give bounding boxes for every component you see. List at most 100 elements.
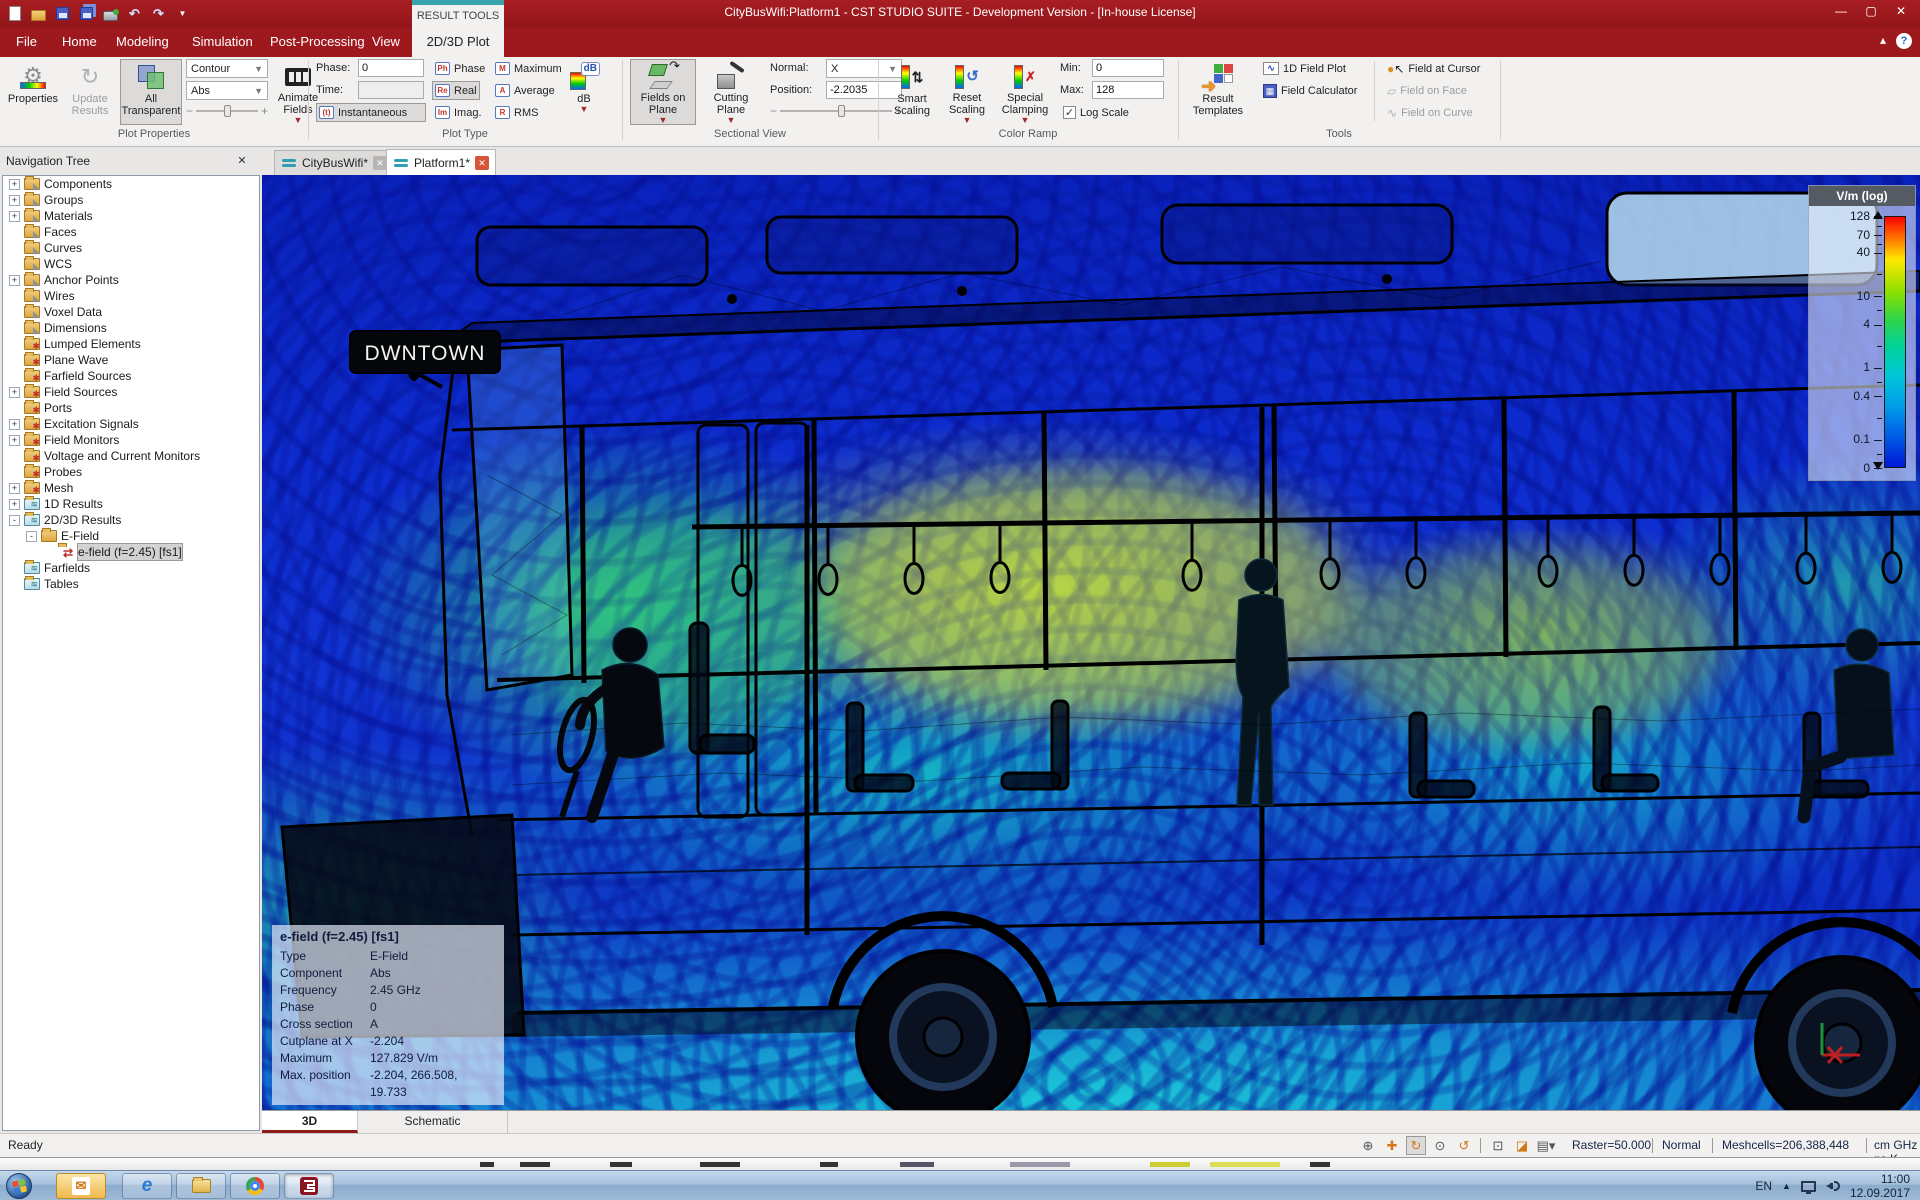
tree-item-groups[interactable]: + Groups: [3, 192, 259, 208]
field-plot-3d-view[interactable]: DWNTOWN V/m (log) 128 70 40 10 4 1 0.4 0.1 0 e-f…: [262, 175, 1920, 1110]
expand-icon[interactable]: +: [9, 482, 20, 494]
save-all-icon[interactable]: [78, 5, 95, 22]
network-icon[interactable]: [1800, 1180, 1816, 1194]
tree-item-farfields[interactable]: Farfields: [3, 560, 259, 576]
average-mode-button[interactable]: A Average: [492, 81, 558, 100]
new-file-icon[interactable]: [6, 5, 23, 22]
tree-item-field-monitors[interactable]: + Field Monitors: [3, 432, 259, 448]
rms-mode-button[interactable]: R RMS: [492, 103, 541, 122]
log-scale-checkbox[interactable]: ✓ Log Scale: [1060, 103, 1132, 122]
redo-icon[interactable]: ↷: [150, 5, 167, 22]
doc-tab-citybuswifi[interactable]: CityBusWifi* ✕: [274, 150, 395, 175]
tree-item-anchor-points[interactable]: + Anchor Points: [3, 272, 259, 288]
tab-home[interactable]: Home: [58, 27, 101, 57]
expand-icon[interactable]: +: [9, 178, 20, 190]
expand-icon[interactable]: +: [9, 210, 20, 222]
tree-item-mesh[interactable]: + Mesh: [3, 480, 259, 496]
collapse-ribbon-icon[interactable]: ▴: [1880, 33, 1886, 49]
smart-scaling-button[interactable]: ⇅ Smart Scaling: [886, 59, 938, 125]
db-button[interactable]: dB dB ▼: [562, 59, 606, 125]
tree-item-field-sources[interactable]: + Field Sources: [3, 384, 259, 400]
tree-item-plane-wave[interactable]: Plane Wave: [3, 352, 259, 368]
imag-mode-button[interactable]: Im Imag.: [432, 103, 485, 122]
tree-item-curves[interactable]: Curves: [3, 240, 259, 256]
help-icon[interactable]: ?: [1896, 33, 1912, 49]
phase-input[interactable]: [358, 59, 424, 77]
tree-item-probes[interactable]: Probes: [3, 464, 259, 480]
view-options-icon[interactable]: ▤▾: [1536, 1136, 1556, 1155]
tab-2d3d-plot[interactable]: 2D/3D Plot: [412, 27, 504, 57]
minimize-button[interactable]: —: [1826, 0, 1856, 22]
plot-type-select[interactable]: Contour ▼: [186, 59, 268, 78]
field-on-curve-button[interactable]: ∿ Field on Curve: [1384, 103, 1476, 122]
real-mode-button[interactable]: Re Real: [432, 81, 480, 100]
speaker-icon[interactable]: [1825, 1180, 1840, 1192]
tab-simulation[interactable]: Simulation: [188, 27, 257, 57]
phase-mode-button[interactable]: Ph Phase: [432, 59, 488, 78]
all-transparent-toggle[interactable]: All Transparent: [120, 59, 182, 125]
expand-icon[interactable]: +: [9, 386, 20, 398]
rotate-icon[interactable]: ↻: [1406, 1136, 1426, 1155]
reset-scaling-button[interactable]: ↺ Reset Scaling ▼: [940, 59, 994, 125]
pan-icon[interactable]: ✚: [1382, 1136, 1402, 1155]
expand-icon[interactable]: +: [9, 194, 20, 206]
tree-item-components[interactable]: + Components: [3, 176, 259, 192]
tree-item-voltage-and-current-monitors[interactable]: Voltage and Current Monitors: [3, 448, 259, 464]
status-render-mode[interactable]: Normal: [1662, 1138, 1701, 1152]
taskbar-chrome-button[interactable]: [230, 1173, 280, 1199]
max-input[interactable]: [1092, 81, 1164, 99]
maximize-button[interactable]: ▢: [1856, 0, 1886, 22]
min-input[interactable]: [1092, 59, 1164, 77]
1d-field-plot-button[interactable]: ∿ 1D Field Plot: [1260, 59, 1349, 78]
maximum-mode-button[interactable]: M Maximum: [492, 59, 565, 78]
properties-button[interactable]: ⚙ Properties: [6, 59, 60, 125]
tree-item-2d-3d-results[interactable]: - 2D/3D Results: [3, 512, 259, 528]
navigation-tree[interactable]: + Components + Groups + Materials Faces Curves W…: [2, 175, 260, 1131]
start-button[interactable]: [6, 1173, 32, 1199]
tree-item-e-field[interactable]: - E-Field: [3, 528, 259, 544]
expand-icon[interactable]: +: [9, 274, 20, 286]
doc-tab-platform1[interactable]: Platform1* ✕: [386, 149, 497, 175]
tree-item-wires[interactable]: Wires: [3, 288, 259, 304]
tray-expand-icon[interactable]: ▲: [1782, 1181, 1791, 1191]
view-tab-schematic[interactable]: Schematic: [358, 1111, 508, 1133]
instantaneous-toggle[interactable]: (t) Instantaneous: [316, 103, 426, 122]
time-input[interactable]: [358, 81, 424, 99]
field-on-face-button[interactable]: ▱ Field on Face: [1384, 81, 1470, 100]
taskbar-explorer-button[interactable]: [176, 1173, 226, 1199]
tab-file[interactable]: File: [12, 27, 41, 57]
navigation-tree-close-icon[interactable]: ✕: [234, 153, 250, 169]
special-clamping-button[interactable]: ✗ Special Clamping ▼: [996, 59, 1054, 125]
fields-on-plane-toggle[interactable]: ↷ Fields on Plane ▼: [630, 59, 696, 125]
tree-item-1d-results[interactable]: +1D Results: [3, 496, 259, 512]
tree-item-lumped-elements[interactable]: Lumped Elements: [3, 336, 259, 352]
tab-modeling[interactable]: Modeling: [112, 27, 173, 57]
close-button[interactable]: ✕: [1886, 0, 1916, 22]
cutplane-tool-icon[interactable]: ◪: [1512, 1136, 1532, 1155]
save-icon[interactable]: [54, 5, 71, 22]
tree-item-materials[interactable]: + Materials: [3, 208, 259, 224]
tree-item-e-field-f-2-45-fs1-[interactable]: e-field (f=2.45) [fs1]: [3, 543, 259, 561]
tree-item-dimensions[interactable]: Dimensions: [3, 320, 259, 336]
tree-item-ports[interactable]: Ports: [3, 400, 259, 416]
tab-close-icon[interactable]: ✕: [373, 156, 388, 170]
expand-icon[interactable]: +: [9, 434, 20, 446]
transparency-slider[interactable]: − +: [186, 104, 268, 118]
fit-view-icon[interactable]: ⊡: [1488, 1136, 1508, 1155]
taskbar-cst-button[interactable]: [284, 1173, 334, 1199]
result-templates-button[interactable]: ➜ Result Templates: [1186, 59, 1250, 125]
collapse-icon[interactable]: -: [26, 530, 37, 542]
field-at-cursor-button[interactable]: ●↖ Field at Cursor: [1384, 59, 1483, 78]
dynamic-zoom-icon[interactable]: ⊙: [1430, 1136, 1450, 1155]
component-select[interactable]: Abs ▼: [186, 81, 268, 100]
expand-icon[interactable]: +: [9, 498, 20, 510]
language-indicator[interactable]: EN: [1755, 1179, 1772, 1193]
collapse-icon[interactable]: -: [9, 514, 20, 526]
open-file-icon[interactable]: [30, 5, 47, 22]
view-tab-3d[interactable]: 3D: [262, 1111, 358, 1133]
undo-icon[interactable]: ↶: [126, 5, 143, 22]
tree-item-tables[interactable]: Tables: [3, 576, 259, 592]
taskbar-clock[interactable]: 11:00 12.09.2017: [1850, 1172, 1910, 1200]
field-calculator-button[interactable]: ▦ Field Calculator: [1260, 81, 1360, 100]
spin-icon[interactable]: ↺: [1454, 1136, 1474, 1155]
